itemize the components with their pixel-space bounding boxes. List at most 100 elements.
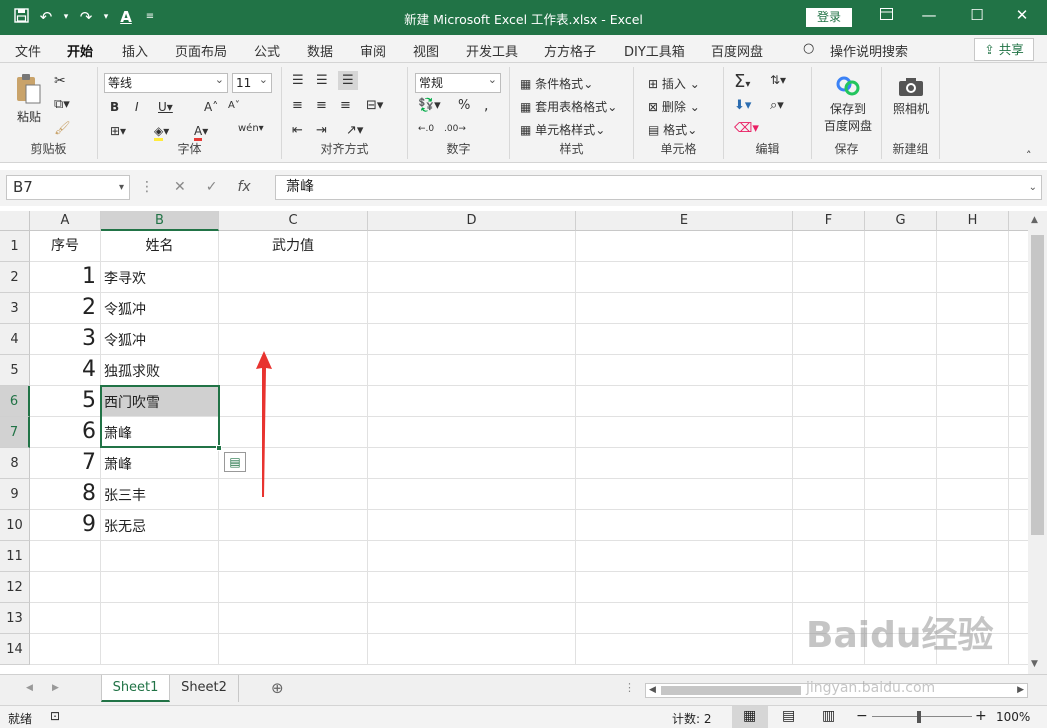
cell-name[interactable]: 西门吹雪	[101, 386, 219, 417]
cell[interactable]	[1009, 355, 1028, 386]
header-cell[interactable]: 武力值	[219, 231, 368, 262]
cell[interactable]	[937, 603, 1009, 634]
cell[interactable]	[30, 541, 101, 572]
column-header[interactable]: E	[576, 211, 793, 231]
cell[interactable]	[219, 324, 368, 355]
quick-analysis-icon[interactable]: ▤	[224, 452, 246, 472]
cell[interactable]	[368, 572, 576, 603]
cell[interactable]	[368, 293, 576, 324]
row-header[interactable]: 14	[0, 634, 30, 665]
grow-font-icon[interactable]: A˄	[204, 100, 218, 114]
row-header[interactable]: 11	[0, 541, 30, 572]
vertical-scrollbar[interactable]: ▲ ▼	[1028, 211, 1047, 674]
row-header[interactable]: 12	[0, 572, 30, 603]
cell[interactable]	[576, 572, 793, 603]
undo-dropdown-icon[interactable]: ▾	[63, 8, 69, 27]
column-header[interactable]: G	[865, 211, 937, 231]
cell[interactable]	[793, 293, 865, 324]
column-header[interactable]: H	[937, 211, 1009, 231]
cell[interactable]	[937, 417, 1009, 448]
cell[interactable]	[368, 510, 576, 541]
cell-number[interactable]: 3	[30, 324, 101, 355]
cell[interactable]	[368, 386, 576, 417]
add-sheet-icon[interactable]: ⊕	[271, 679, 284, 697]
scroll-right-icon[interactable]: ▶	[1017, 685, 1024, 695]
cell[interactable]	[30, 603, 101, 634]
sheet-tab-sheet2[interactable]: Sheet2	[170, 675, 239, 702]
ribbon-display-icon[interactable]	[871, 6, 901, 24]
fill-color-icon[interactable]: ◈▾	[154, 124, 169, 141]
tab-fangfang[interactable]: 方方格子	[544, 41, 596, 60]
align-left-icon[interactable]: ≡	[292, 98, 303, 113]
cell[interactable]	[1009, 417, 1028, 448]
cell-number[interactable]: 9	[30, 510, 101, 541]
find-select-icon[interactable]: ⌕▾	[770, 98, 784, 113]
increase-decimal-icon[interactable]: ←.0	[418, 124, 434, 134]
select-all-corner[interactable]	[0, 211, 30, 231]
cell-name[interactable]: 张无忌	[101, 510, 219, 541]
fill-handle[interactable]	[216, 445, 222, 451]
format-as-table-button[interactable]: ▦ 套用表格格式⌄	[520, 98, 617, 115]
cell[interactable]	[937, 510, 1009, 541]
cell[interactable]	[865, 231, 937, 262]
cell-name[interactable]: 李寻欢	[101, 262, 219, 293]
cell[interactable]	[865, 541, 937, 572]
number-format-select[interactable]: 常规	[415, 71, 501, 93]
tab-file[interactable]: 文件	[15, 41, 41, 60]
normal-view-button[interactable]: ▦	[732, 706, 768, 728]
cell[interactable]	[865, 386, 937, 417]
cell[interactable]	[865, 355, 937, 386]
row-header[interactable]: 8	[0, 448, 30, 479]
next-sheet-icon[interactable]: ▶	[52, 683, 59, 693]
cell[interactable]	[219, 572, 368, 603]
cell[interactable]	[368, 231, 576, 262]
cell[interactable]	[576, 355, 793, 386]
align-top-icon[interactable]: ☰	[292, 73, 304, 88]
cell[interactable]	[793, 603, 865, 634]
zoom-slider-thumb[interactable]	[917, 711, 921, 723]
tab-insert[interactable]: 插入	[122, 41, 148, 60]
column-header[interactable]: B	[101, 211, 219, 231]
cell-number[interactable]: 6	[30, 417, 101, 448]
italic-icon[interactable]: I	[135, 100, 139, 114]
tab-formulas[interactable]: 公式	[254, 41, 280, 60]
cell[interactable]	[793, 572, 865, 603]
cell[interactable]	[1009, 603, 1028, 634]
page-layout-view-icon[interactable]: ▤	[782, 708, 795, 724]
percent-icon[interactable]: %	[458, 98, 470, 113]
cell-number[interactable]: 4	[30, 355, 101, 386]
cell[interactable]	[219, 262, 368, 293]
format-cells-button[interactable]: ▤ 格式⌄	[648, 121, 697, 138]
cell-styles-button[interactable]: ▦ 单元格样式⌄	[520, 121, 605, 138]
cell[interactable]	[30, 634, 101, 665]
row-header[interactable]: 1	[0, 231, 30, 262]
cell[interactable]	[576, 293, 793, 324]
format-painter-icon[interactable]: 🖌	[54, 121, 71, 136]
save-to-baidu-button[interactable]: 保存到 百度网盘	[822, 75, 874, 134]
cell[interactable]	[219, 603, 368, 634]
underline-icon[interactable]: U▾	[158, 100, 173, 114]
cell[interactable]	[576, 634, 793, 665]
cell[interactable]	[793, 355, 865, 386]
tab-view[interactable]: 视图	[413, 41, 439, 60]
align-middle-icon[interactable]: ☰	[316, 73, 328, 88]
header-cell[interactable]: 序号	[30, 231, 101, 262]
cell[interactable]	[937, 324, 1009, 355]
font-color-ribbon-icon[interactable]: A▾	[194, 124, 208, 141]
enter-icon[interactable]: ✓	[206, 179, 218, 195]
cell[interactable]	[1009, 541, 1028, 572]
cell-name[interactable]: 萧峰	[101, 417, 219, 448]
cell-name[interactable]: 令狐冲	[101, 324, 219, 355]
align-bottom-icon[interactable]: ☰	[338, 71, 358, 90]
cell[interactable]	[793, 541, 865, 572]
cell[interactable]	[1009, 293, 1028, 324]
formula-input[interactable]: 萧峰 ⌄	[275, 175, 1042, 200]
bold-icon[interactable]: B	[110, 100, 119, 114]
name-box[interactable]: B7 ▾	[6, 175, 130, 200]
cell-name[interactable]: 独孤求败	[101, 355, 219, 386]
row-header[interactable]: 4	[0, 324, 30, 355]
maximize-icon[interactable]: ☐	[962, 6, 992, 24]
cell[interactable]	[576, 386, 793, 417]
cell[interactable]	[865, 448, 937, 479]
horizontal-scroll-thumb[interactable]	[661, 686, 801, 695]
